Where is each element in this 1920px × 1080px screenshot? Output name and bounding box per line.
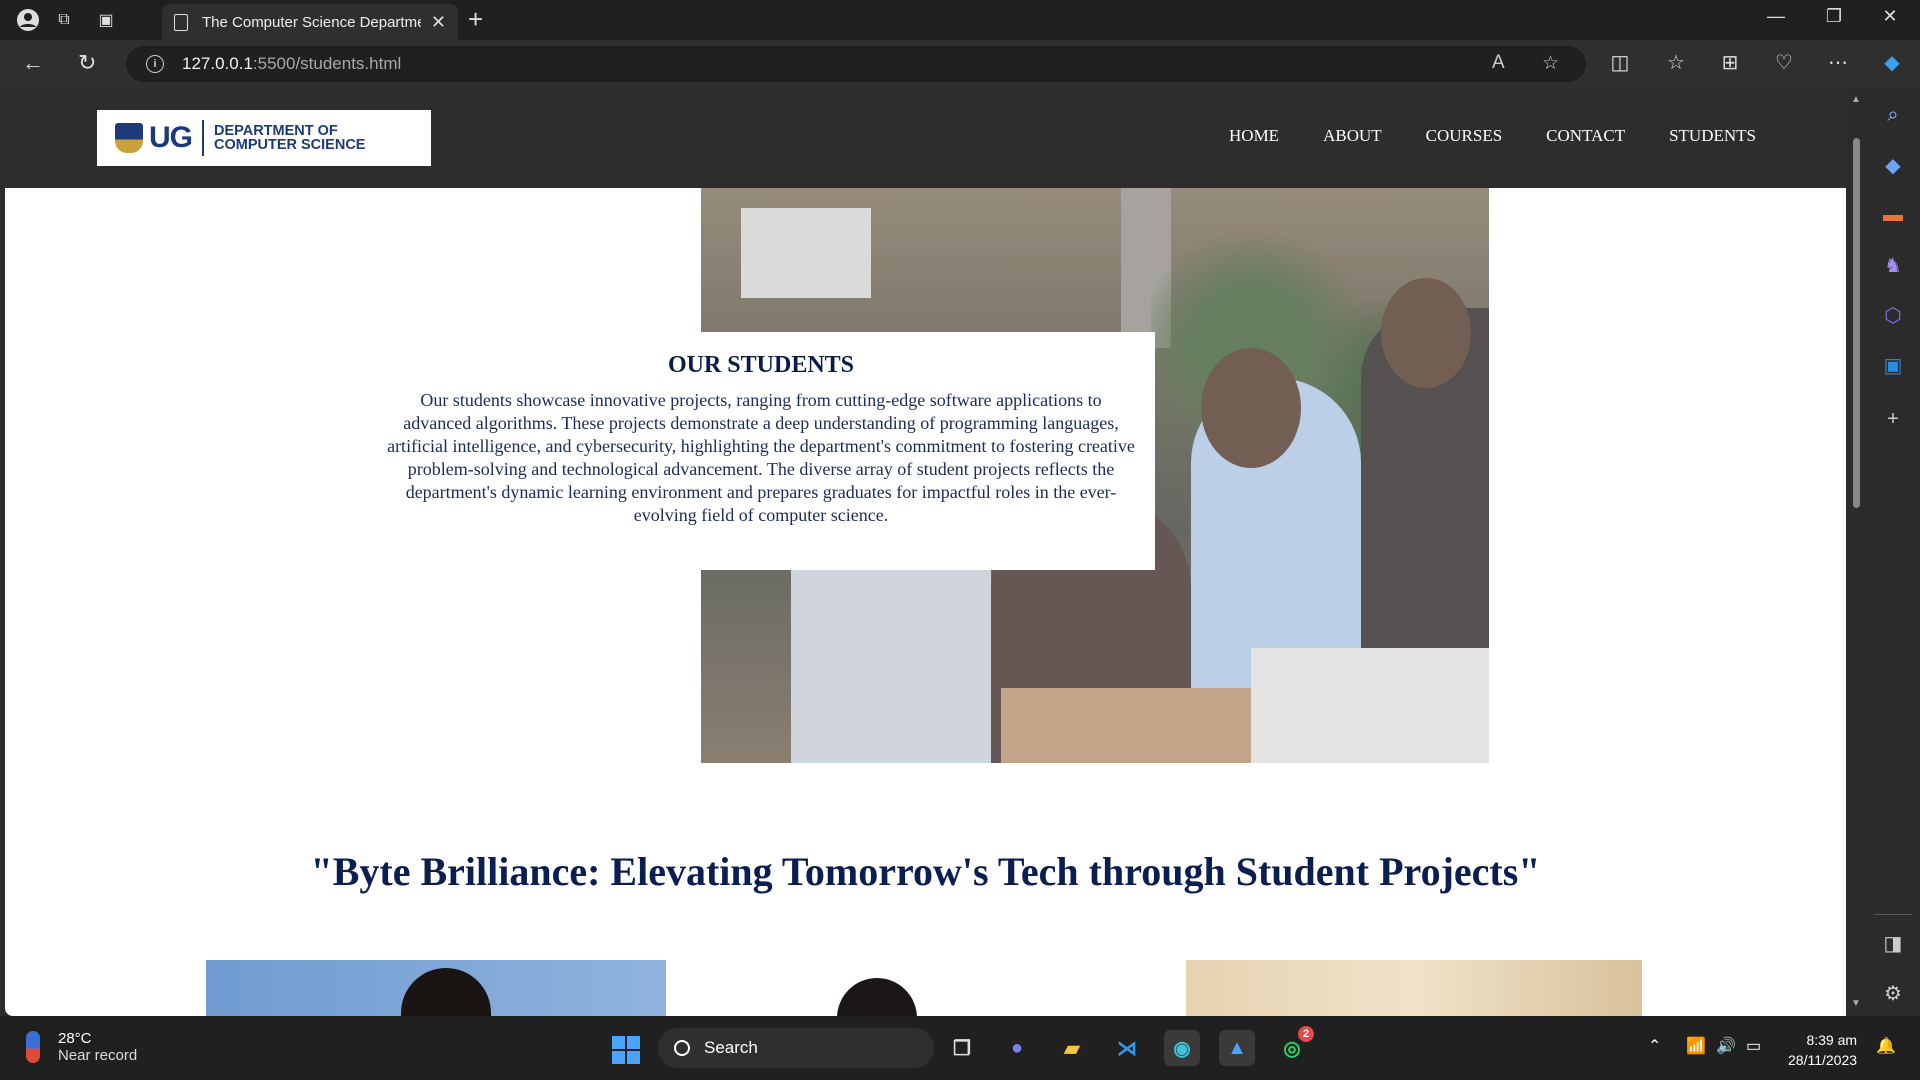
collections-icon[interactable]: ⊞ (1716, 50, 1744, 75)
thermometer-icon (26, 1031, 40, 1063)
more-options-icon[interactable]: ⋯ (1824, 50, 1852, 75)
student-photo-2 (825, 960, 945, 1016)
games-icon[interactable]: ♞ (1878, 250, 1908, 280)
edge-sidebar: ⌕ ◆ ▬ ♞ ⬡ ▣ + ◨ ⚙ (1866, 88, 1920, 1016)
logo-line-2: COMPUTER SCIENCE (214, 137, 366, 153)
read-aloud-icon[interactable]: A (1492, 52, 1505, 74)
whatsapp-badge: 2 (1298, 1026, 1314, 1042)
microsoft-365-icon[interactable]: ⬡ (1878, 300, 1908, 330)
tab-title: The Computer Science Departme (202, 13, 421, 31)
logo-divider (202, 120, 204, 156)
logo-ug: UG (149, 121, 193, 154)
site-nav: HOME ABOUT COURSES CONTACT STUDENTS (1229, 126, 1756, 146)
site-logo[interactable]: UG DEPARTMENT OF COMPUTER SCIENCE (97, 110, 431, 166)
favorites-icon[interactable]: ☆ (1662, 50, 1690, 75)
address-bar[interactable]: i 127.0.0.1:5500/students.html A ☆ (126, 46, 1586, 82)
taskbar-search-label: Search (704, 1038, 758, 1057)
nav-courses[interactable]: COURSES (1426, 126, 1503, 146)
nav-students[interactable]: STUDENTS (1669, 126, 1756, 146)
page-scrollbar[interactable]: ▲ ▼ (1846, 88, 1866, 1016)
file-explorer-icon[interactable]: ▰ (1054, 1030, 1090, 1066)
student-photo-3 (1186, 960, 1642, 1016)
nav-contact[interactable]: CONTACT (1546, 126, 1625, 146)
refresh-icon[interactable]: ↻ (78, 50, 96, 76)
hide-sidebar-icon[interactable]: ◨ (1878, 928, 1908, 958)
crest-icon (115, 123, 143, 153)
volume-icon[interactable]: 🔊 (1716, 1036, 1736, 1056)
url-path: :5500/students.html (252, 54, 402, 73)
show-hidden-icons-icon[interactable]: ⌃ (1648, 1036, 1661, 1056)
page-viewport: UG DEPARTMENT OF COMPUTER SCIENCE HOME A… (5, 88, 1846, 1016)
student-photo-1 (206, 960, 666, 1016)
favorite-star-icon[interactable]: ☆ (1542, 52, 1559, 75)
battery-icon[interactable]: ▭ (1746, 1036, 1761, 1056)
projects-tagline: "Byte Brilliance: Elevating Tomorrow's T… (310, 849, 1541, 894)
windows-taskbar: 28°C Near record Search ❐ ● ▰ ⋊ ◉ ▲ ◎ 2 ⌃… (0, 1016, 1920, 1080)
weather-temp: 28°C (58, 1030, 92, 1047)
wifi-icon[interactable]: 📶 (1686, 1036, 1706, 1056)
whatsapp-icon[interactable]: ◎ 2 (1274, 1026, 1314, 1066)
scroll-up-icon[interactable]: ▲ (1851, 94, 1861, 105)
nav-about[interactable]: ABOUT (1323, 126, 1382, 146)
intro-heading: OUR STUDENTS (667, 352, 855, 378)
clock-time: 8:39 am (1806, 1032, 1858, 1048)
notifications-icon[interactable]: 🔔 (1876, 1036, 1896, 1056)
workspaces-icon[interactable]: ⧉ (52, 8, 76, 32)
copilot-icon[interactable]: ◆ (1878, 50, 1906, 75)
task-view-icon[interactable]: ❐ (944, 1030, 980, 1066)
profile-icon[interactable] (16, 8, 40, 32)
browser-essentials-icon[interactable]: ♡ (1770, 50, 1798, 75)
split-screen-icon[interactable]: ◫ (1606, 50, 1634, 75)
start-button[interactable] (612, 1036, 640, 1064)
taskbar-search[interactable]: Search (658, 1028, 934, 1068)
scroll-down-icon[interactable]: ▼ (1851, 998, 1861, 1009)
shopping-tag-icon[interactable]: ◆ (1878, 150, 1908, 180)
weather-desc: Near record (58, 1047, 138, 1064)
logo-department: DEPARTMENT OF COMPUTER SCIENCE (214, 124, 366, 153)
minimize-icon[interactable]: — (1756, 6, 1796, 27)
scroll-thumb[interactable] (1853, 138, 1860, 508)
url-host: 127.0.0.1 (182, 54, 253, 73)
photos-icon[interactable]: ▲ (1219, 1030, 1255, 1066)
vscode-icon[interactable]: ⋊ (1109, 1030, 1145, 1066)
page-icon (174, 13, 188, 31)
site-info-icon[interactable]: i (146, 55, 164, 73)
new-tab-icon[interactable]: + (468, 4, 483, 35)
tab-actions-icon[interactable]: ▣ (94, 8, 118, 32)
tab-current[interactable]: The Computer Science Departme ✕ (162, 4, 458, 40)
browser-titlebar: ⧉ ▣ The Computer Science Departme ✕ + — … (0, 0, 1920, 40)
clock-date: 28/11/2023 (1788, 1052, 1858, 1068)
outlook-icon[interactable]: ▣ (1878, 350, 1908, 380)
sidebar-divider (1874, 914, 1912, 915)
site-header: UG DEPARTMENT OF COMPUTER SCIENCE HOME A… (5, 88, 1846, 188)
intro-card: OUR STUDENTS Our students showcase innov… (367, 332, 1155, 570)
teams-chat-icon[interactable]: ● (999, 1030, 1035, 1066)
back-icon[interactable]: ← (22, 50, 44, 76)
tools-icon[interactable]: ▬ (1878, 200, 1908, 230)
nav-home[interactable]: HOME (1229, 126, 1279, 146)
search-icon (674, 1040, 690, 1056)
weather-widget[interactable]: 28°C Near record (26, 1030, 137, 1064)
edge-icon[interactable]: ◉ (1164, 1030, 1200, 1066)
search-icon[interactable]: ⌕ (1878, 100, 1908, 130)
add-sidebar-app-icon[interactable]: + (1878, 404, 1908, 434)
browser-toolbar: ← ↻ i 127.0.0.1:5500/students.html A ☆ ◫… (0, 40, 1920, 88)
restore-icon[interactable]: ❐ (1814, 6, 1854, 27)
close-tab-icon[interactable]: ✕ (431, 12, 446, 33)
sidebar-settings-icon[interactable]: ⚙ (1878, 978, 1908, 1008)
intro-body: Our students showcase innovative project… (387, 390, 1135, 525)
close-window-icon[interactable]: ✕ (1870, 6, 1910, 27)
system-clock[interactable]: 8:39 am 28/11/2023 (1788, 1030, 1857, 1070)
